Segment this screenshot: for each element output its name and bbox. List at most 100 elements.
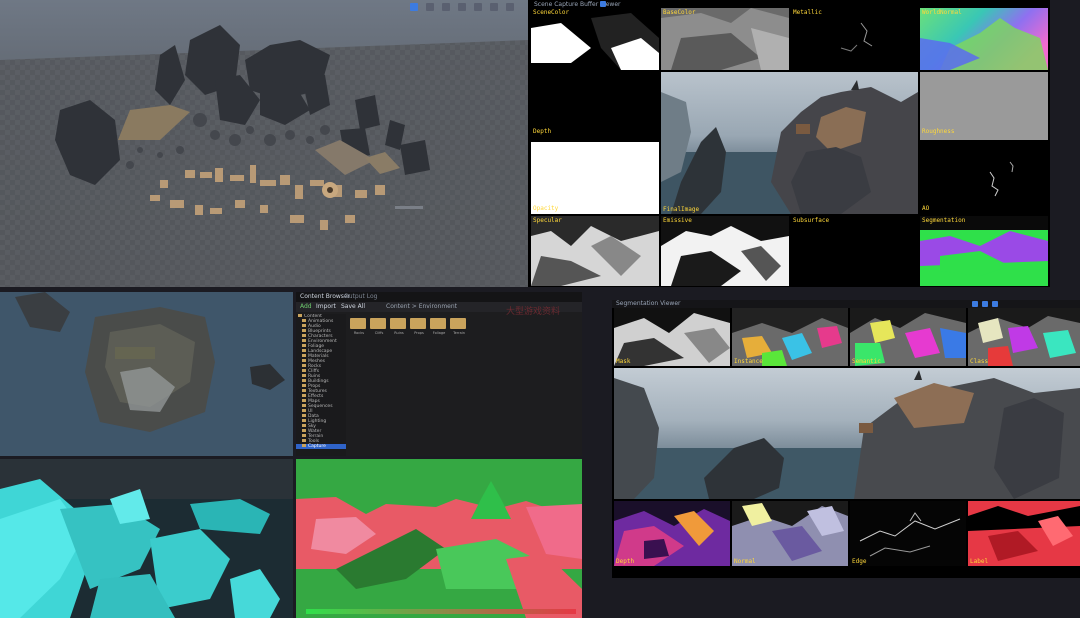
tile-specular: Specular [531, 216, 659, 286]
folder-tile[interactable]: Rocks [350, 318, 368, 335]
tree-item[interactable]: Capture [296, 444, 346, 449]
cyan-geometry-view[interactable] [0, 459, 293, 618]
tile-label: Roughness [922, 128, 955, 135]
folder-icon [302, 329, 306, 332]
material-id-view[interactable] [296, 459, 582, 618]
folder-label: Ruins [394, 331, 404, 335]
folder-icon [450, 318, 466, 329]
view-options-button[interactable] [410, 3, 418, 11]
folder-icon [370, 318, 386, 329]
folder-icon [302, 364, 306, 367]
folder-icon [430, 318, 446, 329]
tile-roughness: Roughness [920, 72, 1048, 140]
lit-mode-button[interactable] [442, 3, 450, 11]
tile-label: Mask [616, 358, 631, 365]
folder-icon [302, 414, 306, 417]
folder-icon [302, 444, 306, 447]
tile-label: WorldNormal [922, 9, 962, 16]
material-canvas [296, 459, 582, 618]
folder-icon [302, 404, 306, 407]
grid-button[interactable] [490, 3, 498, 11]
folder-tile[interactable]: Props [410, 318, 428, 335]
folder-icon [302, 344, 306, 347]
tile-label: BaseColor [663, 9, 696, 16]
tile-label: Edge [852, 558, 867, 565]
tile-label: Normal [734, 558, 756, 565]
folder-icon [302, 384, 306, 387]
folder-icon [302, 324, 306, 327]
folder-icon [302, 424, 306, 427]
folder-icon [302, 389, 306, 392]
tile-label: Depth [616, 558, 635, 565]
tile-emissive: Emissive [661, 216, 789, 286]
seg-tile-class: Class [968, 308, 1080, 366]
tile-world-normal: WorldNormal [920, 8, 1048, 70]
tile-base-color: BaseColor [661, 8, 789, 70]
tree-list: Content Animations Audio Blueprints Characte… [296, 314, 346, 449]
cyan-canvas [0, 459, 293, 618]
tile-subsurface: Subsurface [791, 216, 918, 286]
camera-speed-button[interactable] [506, 3, 514, 11]
window-title: Scene Capture Buffer Viewer [534, 1, 621, 8]
seg-tile-semantic: Semantic [850, 308, 966, 366]
toolbar-button[interactable] [992, 301, 998, 307]
folder-icon [302, 419, 306, 422]
folder-label: Rocks [353, 331, 365, 335]
seg-tile-normal: Normal [732, 501, 848, 566]
landscape-canvas [0, 292, 293, 456]
asset-kit-viewport[interactable] [0, 0, 528, 287]
tile-scene-color: SceneColor [531, 8, 659, 70]
folder-icon [302, 379, 306, 382]
toolbar-button[interactable] [972, 301, 978, 307]
folder-icon [302, 374, 306, 377]
folder-label: Props [414, 331, 424, 335]
tile-label: Instance [734, 358, 763, 365]
import-button[interactable]: Import [316, 303, 336, 310]
seg-tile-edge: Edge [850, 501, 966, 566]
landscape-overview[interactable] [0, 292, 293, 456]
folder-icon [298, 314, 302, 317]
folder-icon [302, 429, 306, 432]
tile-depth: Depth [531, 72, 659, 140]
seg-final-render [614, 368, 1080, 499]
folder-icon [302, 359, 306, 362]
folder-icon [350, 318, 366, 329]
tile-opacity: Opacity [531, 142, 659, 214]
toolbar-button[interactable] [982, 301, 988, 307]
show-flags-button[interactable] [458, 3, 466, 11]
tile-label: SceneColor [533, 9, 570, 16]
tile-metallic: Metallic [791, 8, 918, 70]
folder-icon [302, 409, 306, 412]
snap-button[interactable] [474, 3, 482, 11]
tile-label: Segmentation [922, 217, 966, 224]
asset-grid: Rocks Cliffs Ruins Props Foliage Terrain [350, 314, 582, 456]
tile-ao: AO [920, 142, 1048, 214]
folder-icon [302, 434, 306, 437]
tile-final-image: FinalImage [661, 72, 918, 214]
seg-tile-label: Label [968, 501, 1080, 566]
tile-label: Semantic [852, 358, 881, 365]
seg-tile-mask: Mask [614, 308, 730, 366]
folder-tile[interactable]: Cliffs [370, 318, 388, 335]
folder-tree: Content Animations Audio Blueprints Characte… [296, 314, 346, 456]
folder-tile[interactable]: Terrain [450, 318, 468, 335]
perspective-button[interactable] [426, 3, 434, 11]
window-title: Segmentation Viewer [616, 300, 681, 307]
folder-icon [302, 319, 306, 322]
folder-tile[interactable]: Ruins [390, 318, 408, 335]
save-all-button[interactable]: Save All [341, 303, 365, 310]
folder-icon [390, 318, 406, 329]
tile-label: Emissive [663, 217, 692, 224]
folder-tile[interactable]: Foliage [430, 318, 448, 335]
folder-icon [302, 399, 306, 402]
toolbar-button[interactable] [600, 1, 606, 7]
folder-label: Cliffs [374, 331, 384, 335]
folder-label: Terrain [453, 331, 465, 335]
tile-label: Specular [533, 217, 562, 224]
path-breadcrumb[interactable]: Content > Environment [386, 303, 457, 310]
tab-content-browser[interactable]: Content Browser [300, 293, 350, 300]
tile-label: Opacity [533, 205, 559, 212]
add-button[interactable]: Add [300, 303, 312, 310]
folder-icon [302, 334, 306, 337]
tab-output-log[interactable]: Output Log [344, 293, 377, 300]
